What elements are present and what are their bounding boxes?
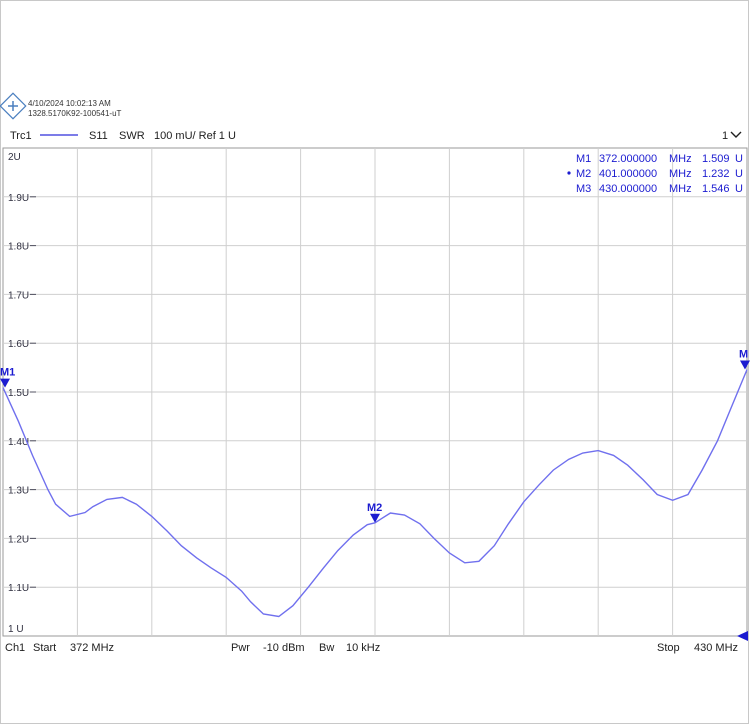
footer-power-value[interactable]: -10 dBm (263, 642, 305, 654)
trace-parameter[interactable]: S11 (89, 130, 108, 142)
marker-frequency: 401.000000 (599, 168, 657, 180)
y-tick-label: 1.7U (8, 290, 29, 301)
marker-row-m2: M2 401.000000 MHz 1.232 U (576, 168, 743, 180)
footer-bandwidth-value[interactable]: 10 kHz (346, 642, 380, 654)
marker-frequency-unit: MHz (669, 153, 692, 165)
marker-row-m1: M1 372.000000 MHz 1.509 U (576, 153, 743, 165)
marker-frequency: 372.000000 (599, 153, 657, 165)
marker-value-unit: U (735, 168, 743, 180)
marker-row-m3: M3 430.000000 MHz 1.546 U (576, 183, 743, 195)
footer-start-label: Start (33, 642, 56, 654)
marker-m3-triangle (740, 360, 750, 370)
footer-power-label: Pwr (231, 642, 250, 654)
timestamp: 4/10/2024 10:02:13 AM (28, 99, 111, 108)
footer-stop-label: Stop (657, 642, 680, 654)
active-marker-dot-icon (567, 171, 571, 175)
marker-name: M3 (576, 183, 591, 195)
marker-value-unit: U (735, 153, 743, 165)
marker-frequency-unit: MHz (669, 168, 692, 180)
marker-m2-label: M2 (367, 502, 382, 514)
y-tick-label: 1.8U (8, 242, 29, 253)
marker-m2-triangle (370, 513, 380, 523)
marker-m1-label: M1 (0, 367, 15, 379)
vna-chart: 4/10/2024 10:02:13 AM 1328.5170K92-10054… (0, 92, 750, 654)
marker-value: 1.232 (702, 168, 730, 180)
y-tick-label: 1.6U (8, 339, 29, 350)
chevron-down-icon[interactable] (730, 131, 742, 138)
instrument-id: 1328.5170K92-100541-uT (28, 109, 122, 118)
channel-selector-label[interactable]: 1 (722, 130, 728, 142)
marker-m3-label: M (739, 349, 748, 361)
marker-name: M2 (576, 168, 591, 180)
y-tick-label: 1.9U (8, 193, 29, 204)
trace-scale[interactable]: 100 mU/ Ref 1 U (154, 130, 236, 142)
footer-bandwidth-label: Bw (319, 642, 334, 654)
trace-name[interactable]: Trc1 (10, 130, 32, 142)
marker-value-unit: U (735, 183, 743, 195)
marker-m1-triangle (0, 378, 10, 388)
marker-value: 1.509 (702, 153, 730, 165)
marker-table: M1 372.000000 MHz 1.509 U M2 401.000000 MHz 1.23… (567, 153, 743, 195)
footer-start-value[interactable]: 372 MHz (70, 642, 114, 654)
marker-name: M1 (576, 153, 591, 165)
marker-frequency-unit: MHz (669, 183, 692, 195)
plot-grid (2, 147, 748, 637)
stop-indicator-icon (737, 631, 748, 641)
y-tick-label: 1.2U (8, 534, 29, 545)
footer-channel[interactable]: Ch1 (5, 642, 25, 654)
trace-format[interactable]: SWR (119, 130, 145, 142)
marker-value: 1.546 (702, 183, 730, 195)
y-tick-label: 1.3U (8, 486, 29, 497)
y-tick-label: 1.1U (8, 583, 29, 594)
y-tick-label: 1 U (8, 624, 24, 635)
footer-stop-value[interactable]: 430 MHz (694, 642, 738, 654)
y-tick-labels: 2U1.9U1.8U1.7U1.6U1.5U1.4U1.3U1.2U1.1U1 … (8, 152, 29, 635)
y-tick-label: 1.5U (8, 388, 29, 399)
y-tick-label: 2U (8, 152, 21, 163)
marker-frequency: 430.000000 (599, 183, 657, 195)
rohde-schwarz-logo (0, 92, 27, 120)
